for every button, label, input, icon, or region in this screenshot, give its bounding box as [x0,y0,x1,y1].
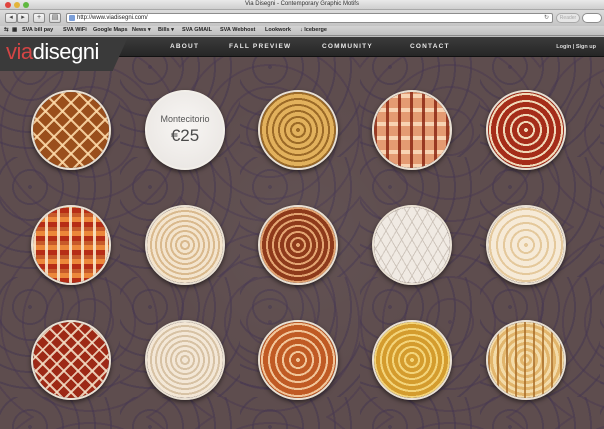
bookmarks-bar: ⇆ ▦ SVA bill pay SVA WiFi Google Maps Ne… [0,26,604,36]
address-bar[interactable]: http://www.viadisegni.com/ ↻ [66,13,553,23]
pattern-swatch [374,207,450,283]
back-arrow-icon: ◂ [9,14,13,21]
reader-button[interactable]: Reader [556,13,580,23]
pattern-swatch [488,207,564,283]
top-sites-icon[interactable]: ▦ [12,27,17,34]
browser-toolbar: ◂ ▸ + ▤ http://www.viadisegni.com/ ↻ Rea… [0,10,604,26]
pattern-swatch [374,92,450,168]
motif-tile[interactable] [486,90,566,170]
logo-disegni-text: disegni [32,39,100,64]
bookmark-item[interactable]: SVA Webhost [220,27,255,34]
bookmark-item[interactable]: Lookwork [265,27,291,34]
site-logo[interactable]: viadisegni [6,40,99,64]
motif-tile[interactable] [372,90,452,170]
address-text: http://www.viadisegni.com/ [77,15,148,21]
title-bar: Via Disegni - Contemporary Graphic Motif… [0,0,604,10]
bookmark-item[interactable]: ↓ Iceberge [300,27,327,34]
forward-button[interactable]: ▸ [17,13,29,23]
motif-tile[interactable] [31,320,111,400]
reload-icon[interactable]: ↻ [544,15,549,22]
nav-contact[interactable]: CONTACT [410,43,450,50]
book-icon: ▤ [51,14,59,21]
browser-window: Via Disegni - Contemporary Graphic Motif… [0,0,604,429]
logo-tab[interactable]: viadisegni [0,37,128,71]
window-title: Via Disegni - Contemporary Graphic Motif… [245,1,359,7]
site-favicon-icon [69,15,75,21]
pattern-swatch [33,92,109,168]
site-content: ABOUT FALL PREVIEW COMMUNITY CONTACT Log… [0,37,604,429]
login-link[interactable]: Login [556,44,571,50]
bookmark-item[interactable]: SVA WiFi [63,27,87,34]
product-name: Montecitorio [160,114,210,124]
pattern-swatch [260,207,336,283]
pattern-swatch [260,322,336,398]
add-bookmark-button[interactable]: + [33,13,45,23]
motif-tile[interactable] [258,90,338,170]
motif-tile[interactable] [31,90,111,170]
bookmark-item[interactable]: Google Maps [93,27,128,34]
motif-tile[interactable] [145,205,225,285]
bookmark-item[interactable]: News ▾ [132,27,151,34]
forward-arrow-icon: ▸ [21,14,25,21]
motif-tile[interactable] [486,320,566,400]
auth-links: Login | Sign up [556,44,596,50]
motif-tile[interactable] [258,320,338,400]
plus-icon: + [36,14,42,21]
nav-fall-preview[interactable]: FALL PREVIEW [229,43,291,50]
motif-tile[interactable] [486,205,566,285]
motif-tile[interactable] [145,320,225,400]
nav-community[interactable]: COMMUNITY [322,43,373,50]
motif-tile[interactable] [372,205,452,285]
bookmark-item[interactable]: SVA bill pay [22,27,53,34]
bookmark-item[interactable]: SVA GMAIL [182,27,212,34]
pattern-swatch [260,92,336,168]
pattern-swatch [488,322,564,398]
pattern-swatch [147,322,223,398]
pattern-swatch [33,322,109,398]
bookmark-item[interactable]: Bills ▾ [158,27,174,34]
logo-via-text: via [6,39,33,64]
show-bookmarks-button[interactable]: ▤ [49,13,61,23]
motif-tile[interactable] [372,320,452,400]
pattern-swatch [488,92,564,168]
motif-tile[interactable] [258,205,338,285]
motif-tile[interactable] [31,205,111,285]
bookmarks-menu-icon[interactable]: ⇆ [4,27,9,34]
pattern-swatch [147,207,223,283]
pattern-swatch [33,207,109,283]
search-field[interactable] [582,13,602,23]
nav-about[interactable]: ABOUT [170,43,199,50]
product-hover-card[interactable]: Montecitorio €25 [145,90,225,170]
pattern-swatch [374,322,450,398]
product-price: €25 [170,126,200,145]
back-button[interactable]: ◂ [5,13,17,23]
signup-link[interactable]: Sign up [576,44,596,50]
